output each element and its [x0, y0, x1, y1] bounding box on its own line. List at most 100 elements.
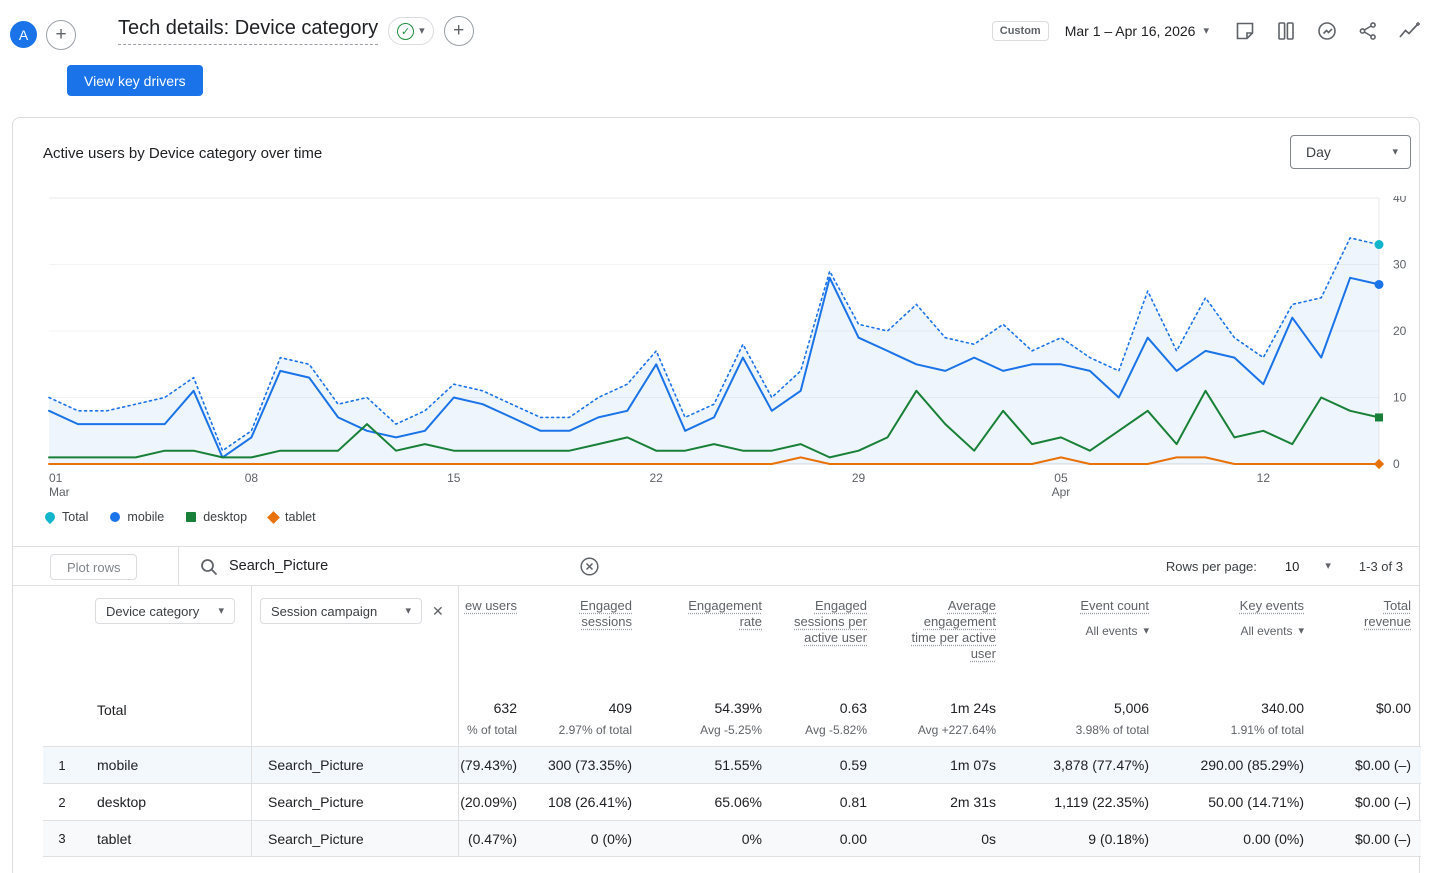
svg-text:15: 15 [447, 471, 461, 485]
view-key-drivers-button[interactable]: View key drivers [67, 65, 203, 96]
total-revenue-value: $0.00 (–) [1314, 747, 1421, 783]
metrics-table: Device category▾ Session campaign▾ ✕ ew … [43, 586, 1421, 857]
approval-status-dropdown[interactable]: ✓ ▾ [388, 17, 434, 45]
chart-legend: Total mobile desktop tablet [45, 510, 316, 524]
check-circle-icon: ✓ [397, 23, 414, 40]
total-engaged-sessions: 4092.97% of total [527, 686, 642, 746]
column-header-new-users: ew users [459, 586, 527, 686]
intelligence-icon[interactable] [1397, 19, 1423, 43]
svg-text:29: 29 [852, 471, 866, 485]
engagement-rate-value: 65.06% [642, 784, 772, 820]
total-engagement-rate: 54.39%Avg -5.25% [642, 686, 772, 746]
event-count-selector[interactable]: All events▾ [1085, 623, 1149, 639]
date-range-picker[interactable]: Mar 1 – Apr 16, 2026 ▾ [1065, 23, 1209, 39]
report-card: Active users by Device category over tim… [12, 117, 1420, 873]
device-value: desktop [81, 784, 251, 820]
legend-item-desktop: desktop [186, 510, 247, 524]
svg-text:22: 22 [649, 471, 663, 485]
remove-dimension-icon[interactable]: ✕ [432, 603, 444, 620]
event-count-value: 3,878 (77.47%) [1006, 747, 1159, 783]
column-header-engagement-rate: Engagement rate [642, 586, 772, 686]
engagement-rate-value: 0% [642, 821, 772, 856]
interval-dropdown[interactable]: Day ▾ [1290, 135, 1411, 169]
empty-header-cell [43, 586, 81, 686]
desktop-marker-icon [186, 512, 196, 522]
svg-text:20: 20 [1393, 324, 1407, 338]
campaign-value: Search_Picture [251, 821, 459, 856]
engaged-sessions-value: 0 (0%) [527, 821, 642, 856]
engaged-sessions-value: 300 (73.35%) [527, 747, 642, 783]
share-icon[interactable] [1356, 19, 1380, 43]
add-report-button[interactable]: + [46, 20, 76, 50]
legend-item-tablet: tablet [269, 510, 316, 524]
key-events-value: 50.00 (14.71%) [1159, 784, 1314, 820]
interval-value: Day [1306, 144, 1331, 160]
clear-search-icon[interactable] [579, 556, 600, 580]
device-category-picker[interactable]: Device category▾ [95, 598, 235, 624]
row-index: 2 [43, 784, 81, 820]
engagement-rate-value: 51.55% [642, 747, 772, 783]
search-input[interactable] [229, 553, 559, 579]
add-note-icon[interactable] [1233, 19, 1257, 43]
key-events-selector[interactable]: All events▾ [1240, 623, 1304, 639]
column-header-engaged-sessions: Engaged sessions [527, 586, 642, 686]
toolbar-divider [178, 547, 179, 585]
total-avg-engagement-time: 1m 24sAvg +227.64% [877, 686, 1006, 746]
engaged-per-user-value: 0.59 [772, 747, 877, 783]
rows-per-page-select[interactable]: 10 ▾ [1285, 559, 1331, 574]
new-users-value: (20.09%) [459, 784, 527, 820]
pagination-group: Rows per page: 10 ▾ 1-3 of 3 [1166, 547, 1403, 585]
svg-text:30: 30 [1393, 258, 1407, 272]
avg-engagement-time-value: 0s [877, 821, 1006, 856]
table-row[interactable]: 2 desktop Search_Picture (20.09%) 108 (2… [43, 783, 1421, 820]
key-events-value: 290.00 (85.29%) [1159, 747, 1314, 783]
campaign-value: Search_Picture [251, 784, 459, 820]
insights-circle-icon[interactable] [1315, 19, 1339, 43]
column-header-avg-engagement-time: Average engagement time per active user [877, 586, 1006, 686]
column-header-total-revenue: Total revenue [1314, 586, 1421, 686]
svg-text:Apr: Apr [1052, 485, 1071, 499]
svg-text:10: 10 [1393, 391, 1407, 405]
device-value: mobile [81, 747, 251, 783]
chevron-down-icon: ▾ [419, 26, 425, 37]
total-engaged-per-user: 0.63Avg -5.82% [772, 686, 877, 746]
add-card-button[interactable]: + [444, 16, 474, 46]
chevron-down-icon: ▾ [1325, 561, 1331, 572]
avatar[interactable]: A [10, 21, 37, 48]
table-toolbar: Plot rows Rows per page: 10 ▾ 1-3 of 3 [13, 546, 1419, 586]
table-row[interactable]: 1 mobile Search_Picture (79.43%) 300 (73… [43, 746, 1421, 783]
key-events-value: 0.00 (0%) [1159, 821, 1314, 856]
engaged-sessions-value: 108 (26.41%) [527, 784, 642, 820]
total-revenue: $0.00 [1314, 686, 1421, 746]
chevron-down-icon: ▾ [1203, 26, 1209, 37]
ga4-report-page: A + Tech details: Device category ✓ ▾ + … [0, 0, 1433, 873]
engaged-per-user-value: 0.81 [772, 784, 877, 820]
device-value: tablet [81, 821, 251, 856]
total-revenue-value: $0.00 (–) [1314, 784, 1421, 820]
total-key-events: 340.001.91% of total [1159, 686, 1314, 746]
svg-text:Mar: Mar [49, 485, 70, 499]
total-label: Total [81, 686, 251, 746]
ab-compare-icon[interactable] [1274, 19, 1298, 43]
search-icon [199, 557, 219, 582]
total-marker-icon [43, 510, 57, 524]
avg-engagement-time-value: 1m 07s [877, 747, 1006, 783]
title-group: Tech details: Device category ✓ ▾ + [118, 16, 474, 46]
page-title[interactable]: Tech details: Device category [118, 17, 378, 45]
secondary-dimension-cell: Session campaign▾ ✕ [251, 586, 459, 686]
legend-item-mobile: mobile [110, 510, 164, 524]
column-header-key-events: Key events All events▾ [1159, 586, 1314, 686]
session-campaign-picker[interactable]: Session campaign▾ [260, 598, 422, 624]
plot-rows-button[interactable]: Plot rows [50, 554, 137, 580]
svg-text:12: 12 [1257, 471, 1271, 485]
rows-per-page-label: Rows per page: [1166, 559, 1257, 574]
top-bar: A + Tech details: Device category ✓ ▾ + … [0, 0, 1433, 62]
column-header-engaged-sessions-per-user: Engaged sessions per active user [772, 586, 877, 686]
toolbar-icons [1233, 19, 1423, 43]
row-index: 1 [43, 747, 81, 783]
chevron-down-icon: ▾ [1143, 626, 1149, 637]
svg-text:08: 08 [245, 471, 259, 485]
chevron-down-icon: ▾ [1298, 626, 1304, 637]
empty-campaign-cell [251, 686, 459, 746]
table-row[interactable]: 3 tablet Search_Picture (0.47%) 0 (0%) 0… [43, 820, 1421, 857]
